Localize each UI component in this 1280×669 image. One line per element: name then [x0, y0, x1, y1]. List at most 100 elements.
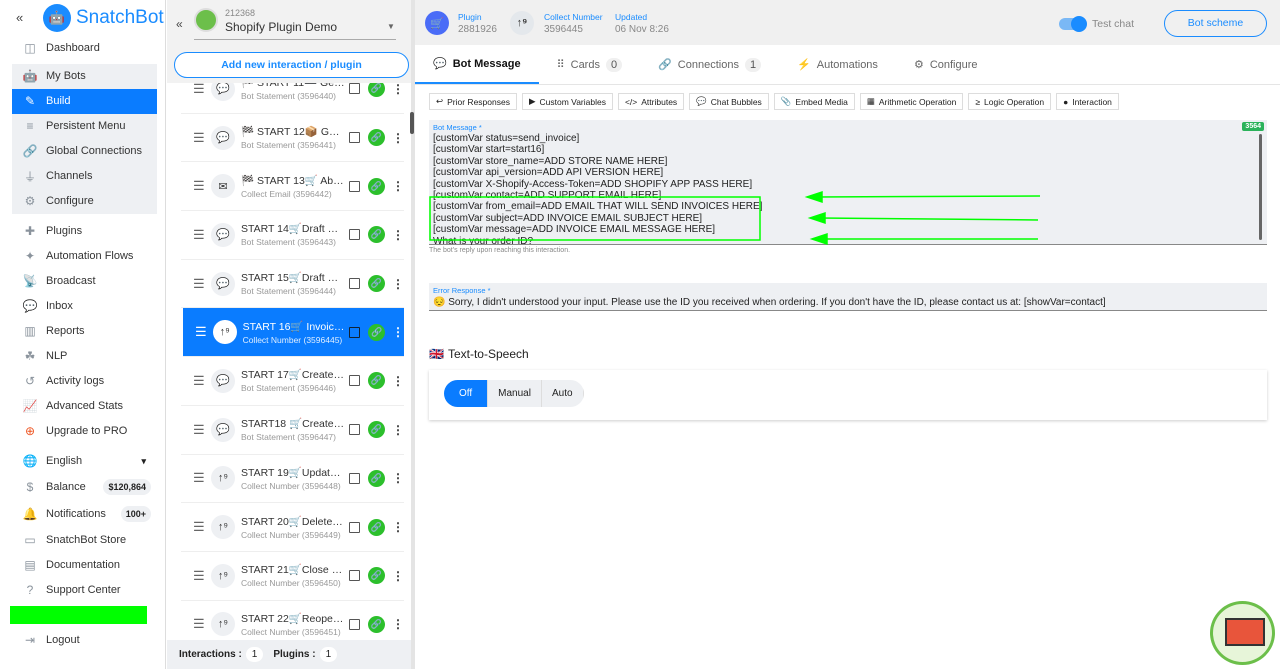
bot-scheme-button[interactable]: Bot scheme — [1164, 10, 1267, 37]
select-checkbox[interactable] — [349, 375, 360, 387]
sidebar-item-my-bots[interactable]: 🤖 My Bots — [12, 64, 157, 89]
add-interaction-button[interactable]: Add new interaction / plugin — [174, 52, 409, 78]
more-options-icon[interactable]: ⋮ — [392, 617, 404, 631]
interaction-button[interactable]: ● Interaction — [1056, 93, 1119, 110]
chat-bubbles-button[interactable]: 💬 Chat Bubbles — [689, 93, 769, 110]
more-options-icon[interactable]: ⋮ — [392, 423, 404, 437]
test-chat-toggle[interactable] — [1059, 16, 1087, 32]
interaction-row[interactable]: ☰ ✉ 🏁 START 13🛒 Aban... Collect Email (3… — [181, 162, 404, 212]
more-options-icon[interactable]: ⋮ — [392, 471, 404, 485]
select-checkbox[interactable] — [349, 521, 360, 533]
sidebar-item-reports[interactable]: ▥ Reports — [12, 319, 157, 344]
tts-manual-button[interactable]: Manual — [488, 380, 542, 407]
list-scrollbar[interactable] — [410, 112, 414, 134]
error-response-field[interactable]: Error Response * 😔 Sorry, I didn't under… — [429, 283, 1267, 311]
tts-off-button[interactable]: Off — [444, 380, 489, 407]
attributes-button[interactable]: </> Attributes — [617, 93, 685, 110]
interaction-row[interactable]: ☰ 💬 START18 🛒Create O... Bot Statement (… — [181, 406, 404, 455]
bot-message-textarea[interactable]: [customVar status=send_invoice] [customV… — [429, 132, 1267, 245]
sidebar-item-inbox[interactable]: 💬 Inbox — [12, 294, 157, 319]
drag-handle-icon[interactable]: ☰ — [193, 568, 205, 584]
link-icon[interactable]: 🔗 — [368, 518, 385, 536]
drag-handle-icon[interactable]: ☰ — [193, 470, 205, 486]
sidebar-item-automation-flows[interactable]: ✦ Automation Flows — [12, 244, 157, 269]
more-options-icon[interactable]: ⋮ — [392, 374, 404, 388]
sidebar-item-configure[interactable]: ⚙ Configure — [12, 189, 157, 214]
drag-handle-icon[interactable]: ☰ — [195, 324, 207, 340]
link-icon[interactable]: 🔗 — [368, 567, 385, 585]
caret-down-icon[interactable]: ▾ — [136, 453, 151, 470]
drag-handle-icon[interactable]: ☰ — [193, 373, 205, 389]
select-checkbox[interactable] — [349, 618, 360, 630]
select-checkbox[interactable] — [349, 424, 360, 436]
interaction-row[interactable]: ☰ ↑⁹ START 16🛒 Invoice ... Collect Numbe… — [183, 308, 404, 358]
sidebar-item-plugins[interactable]: ✚ Plugins — [12, 219, 157, 244]
logic-operation-button[interactable]: ≥ Logic Operation — [968, 93, 1052, 110]
link-icon[interactable]: 🔗 — [368, 275, 385, 293]
link-icon[interactable]: 🔗 — [368, 177, 385, 195]
textarea-scrollbar[interactable] — [1259, 134, 1262, 240]
link-icon[interactable]: 🔗 — [368, 421, 385, 439]
link-icon[interactable]: 🔗 — [368, 615, 385, 633]
drag-handle-icon[interactable]: ☰ — [193, 519, 205, 535]
bot-message-field[interactable]: Bot Message * 3564 [customVar status=sen… — [429, 120, 1267, 245]
error-response-input[interactable]: 😔 Sorry, I didn't understood your input.… — [429, 295, 1267, 312]
sidebar-item-global-connections[interactable]: 🔗 Global Connections — [12, 139, 157, 164]
sidebar-item-documentation[interactable]: ▤ Documentation — [12, 553, 157, 578]
select-checkbox[interactable] — [349, 570, 360, 582]
logo[interactable]: 🤖 SnatchBot — [43, 4, 164, 32]
sidebar-item-channels[interactable]: ⏚ Channels — [12, 164, 157, 189]
select-checkbox[interactable] — [349, 278, 360, 290]
sidebar-item-upgrade-to-pro[interactable]: ⊕ Upgrade to PRO — [12, 419, 157, 444]
sidebar-item-advanced-stats[interactable]: 📈 Advanced Stats — [12, 394, 157, 419]
tts-auto-button[interactable]: Auto — [542, 380, 584, 407]
more-options-icon[interactable]: ⋮ — [392, 520, 404, 534]
custom-variables-button[interactable]: ▶ Custom Variables — [521, 93, 613, 110]
select-checkbox[interactable] — [349, 472, 360, 484]
tab-bot-message[interactable]: 💬 Bot Message — [415, 45, 539, 84]
sidebar-item-support-center[interactable]: ? Support Center — [12, 578, 157, 603]
store-promo-widget[interactable] — [1210, 601, 1275, 665]
tab-automations[interactable]: ⚡ Automations — [779, 45, 896, 84]
interaction-row[interactable]: ☰ 💬 START 15🛒Draft Or... Bot Statement (… — [181, 260, 404, 309]
more-options-icon[interactable]: ⋮ — [392, 179, 404, 193]
sidebar-item-snatchbot-store[interactable]: ▭ SnatchBot Store — [12, 528, 157, 553]
drag-handle-icon[interactable]: ☰ — [193, 616, 205, 632]
interaction-row[interactable]: ☰ ↑⁹ START 22🛒Reopen ... Collect Number … — [181, 601, 404, 640]
link-icon[interactable]: 🔗 — [368, 323, 385, 341]
tab-configure[interactable]: ⚙ Configure — [896, 45, 996, 84]
sidebar-item-build[interactable]: ✎ Build — [12, 89, 157, 114]
interaction-row[interactable]: ☰ ↑⁹ START 21🛒Close Or... Collect Number… — [181, 552, 404, 601]
sidebar-item-persistent-menu[interactable]: ≡ Persistent Menu — [12, 114, 157, 139]
drag-handle-icon[interactable]: ☰ — [193, 276, 205, 292]
arithmetic-operation-button[interactable]: ▦ Arithmetic Operation — [859, 93, 964, 110]
drag-handle-icon[interactable]: ☰ — [193, 178, 205, 194]
sidebar-item-balance[interactable]: $ Balance $120,864 — [12, 475, 157, 500]
embed-media-button[interactable]: 📎 Embed Media — [773, 93, 855, 110]
link-icon[interactable]: 🔗 — [368, 469, 385, 487]
more-options-icon[interactable]: ⋮ — [392, 228, 404, 242]
link-icon[interactable]: 🔗 — [368, 372, 385, 390]
drag-handle-icon[interactable]: ☰ — [193, 130, 205, 146]
interaction-row[interactable]: ☰ ↑⁹ START 19🛒Update ... Collect Number … — [181, 455, 404, 504]
sidebar-item-activity-logs[interactable]: ↺ Activity logs — [12, 369, 157, 394]
tab-connections[interactable]: 🔗 Connections 1 — [640, 45, 779, 84]
select-checkbox[interactable] — [349, 83, 360, 95]
interaction-row[interactable]: ☰ 💬 START 14🛒Draft Or... Bot Statement (… — [181, 211, 404, 260]
more-options-icon[interactable]: ⋮ — [392, 325, 404, 339]
select-checkbox[interactable] — [349, 132, 360, 144]
collapse-sidebar-icon[interactable]: « — [16, 10, 23, 25]
sidebar-item-english[interactable]: 🌐 English ▾ — [12, 449, 157, 474]
select-checkbox[interactable] — [349, 326, 361, 338]
sidebar-item-notifications[interactable]: 🔔 Notifications 100+ — [12, 502, 157, 527]
more-options-icon[interactable]: ⋮ — [392, 82, 404, 96]
sidebar-item-dashboard[interactable]: ◫ Dashboard — [12, 36, 157, 61]
prior-responses-button[interactable]: ↩ Prior Responses — [429, 93, 517, 110]
collapse-panel-icon[interactable]: « — [176, 17, 183, 31]
select-checkbox[interactable] — [349, 229, 360, 241]
caret-down-icon[interactable]: ▼ — [387, 22, 395, 31]
drag-handle-icon[interactable]: ☰ — [193, 81, 205, 97]
tab-cards[interactable]: ⠿ Cards 0 — [539, 45, 641, 84]
bot-select[interactable]: Shopify Plugin Demo — [225, 20, 337, 34]
interaction-row[interactable]: ☰ ↑⁹ START 20🛒Delete O... Collect Number… — [181, 503, 404, 552]
